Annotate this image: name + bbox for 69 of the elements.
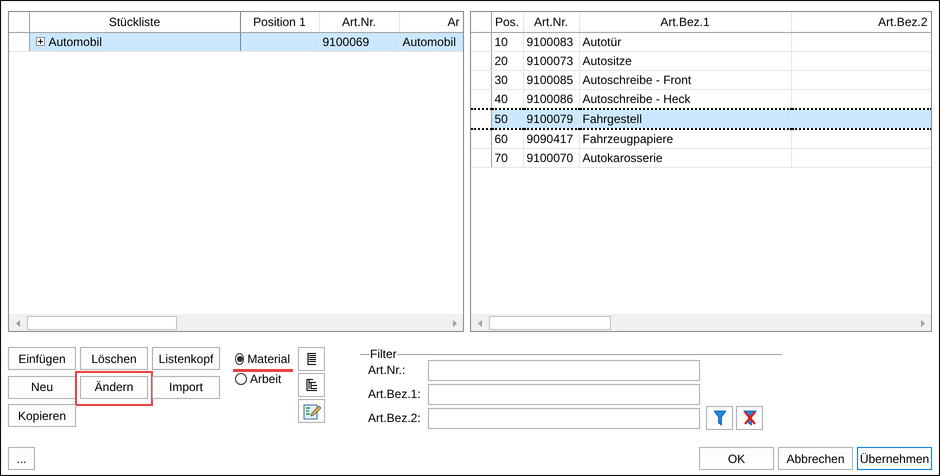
field-label: Art.Bez.2: (367, 410, 422, 427)
edit-icon (302, 402, 320, 420)
action-button[interactable]: Listenkopf (152, 347, 220, 370)
input-field[interactable] (428, 384, 700, 404)
table-cell: 9100079 (523, 108, 579, 128)
filter-button[interactable] (706, 406, 733, 430)
scroll-thumb[interactable] (27, 316, 177, 330)
field-label: Art.Bez.1: (367, 386, 422, 403)
left-arrow-icon (478, 320, 482, 327)
action-button[interactable]: Neu (8, 376, 76, 399)
table-cell: 60 (491, 128, 523, 148)
radio-label[interactable]: Arbeit (250, 370, 282, 388)
radio-label[interactable]: Material (247, 350, 290, 368)
column-header[interactable]: Art.Nr. (319, 12, 399, 32)
table-cell: 20 (491, 51, 523, 70)
left-arrow-icon (16, 320, 20, 327)
table-cell: Automobil (399, 32, 463, 51)
column-header[interactable]: Stückliste (29, 12, 240, 32)
input-field[interactable] (428, 408, 700, 428)
table-cell: Fahrgestell (579, 108, 791, 128)
right-arrow-icon (920, 320, 924, 327)
tree-view-button[interactable] (298, 373, 325, 397)
action-button[interactable]: Einfügen (8, 347, 76, 370)
table-cell: 9100085 (523, 70, 579, 89)
list-icon (306, 352, 316, 366)
edit-button[interactable] (298, 399, 325, 423)
column-header[interactable]: Art.Bez.2 (791, 12, 931, 32)
filter-icon (714, 410, 726, 426)
field-label: Art.Nr.: (367, 362, 406, 379)
radio-button[interactable] (235, 373, 247, 385)
table-cell: 10 (491, 32, 523, 51)
dialog-button[interactable]: OK (699, 447, 774, 470)
table-cell: 50 (491, 108, 523, 128)
table-cell: 30 (491, 70, 523, 89)
expand-icon[interactable] (36, 37, 44, 46)
scroll-thumb[interactable] (489, 316, 611, 330)
table-cell: 9100083 (523, 32, 579, 51)
table-cell: 9090417 (523, 128, 579, 148)
table-cell: Autokarosserie (579, 148, 791, 167)
table-cell: Fahrzeugpapiere (579, 128, 791, 148)
column-header[interactable]: Position 1 (240, 12, 319, 32)
list-view-button[interactable] (298, 347, 325, 371)
clear-filter-button[interactable] (736, 406, 763, 430)
dialog-button[interactable]: Abbrechen (778, 447, 853, 470)
clear-filter-icon (742, 410, 756, 426)
column-header[interactable]: Pos. (491, 12, 523, 32)
bom-tree-grid[interactable]: Stückliste Position 1 Art.Nr. Ar Automobil 9100069 Automobil (8, 11, 464, 332)
column-header[interactable]: Art.Nr. (523, 12, 579, 32)
dialog-button[interactable]: Übernehmen (857, 447, 932, 470)
tree-icon (306, 378, 318, 392)
more-button[interactable]: ... (8, 447, 35, 470)
action-button[interactable]: Import (152, 376, 220, 399)
group-title: Filter (370, 346, 397, 363)
radio-button[interactable] (235, 353, 244, 365)
table-cell: Autotür (579, 32, 791, 51)
column-header[interactable]: Ar (399, 12, 463, 32)
action-button[interactable]: Kopieren (8, 404, 76, 428)
right-arrow-icon (452, 320, 456, 327)
table-cell: 9100073 (523, 51, 579, 70)
position-grid[interactable] (470, 11, 932, 332)
action-button[interactable]: Löschen (80, 347, 148, 370)
column-header[interactable]: Art.Bez.1 (579, 12, 791, 32)
table-cell: Autositze (579, 51, 791, 70)
table-cell: Autoschreibe - Front (579, 70, 791, 89)
table-cell: 9100069 (319, 32, 399, 51)
table-cell: 9100070 (523, 148, 579, 167)
input-field[interactable] (428, 360, 700, 380)
action-button[interactable]: Ändern (80, 376, 148, 399)
table-cell: 70 (491, 148, 523, 167)
